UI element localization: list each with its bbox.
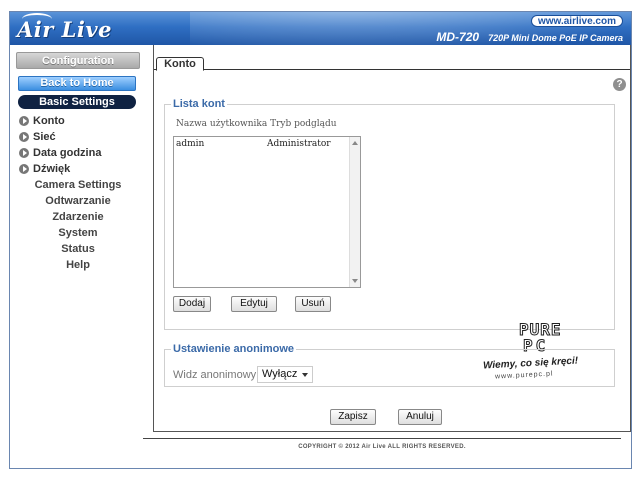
account-username: admin — [176, 139, 205, 149]
model-title: MD-720 720P Mini Dome PoE IP Camera — [436, 30, 623, 44]
sidebar-item-siec[interactable]: Sieć — [16, 129, 140, 145]
sidebar-item-help[interactable]: Help — [16, 257, 140, 273]
back-to-home-button[interactable]: Back to Home — [18, 76, 136, 91]
airlive-logo[interactable]: Air Live — [17, 17, 112, 42]
sidebar-item-label: Data godzina — [33, 147, 102, 159]
arrow-bullet-icon — [19, 164, 29, 174]
anonymous-settings-group: Ustawienie anonimowe Widz anonimowy Wyłą… — [164, 343, 615, 387]
sidebar-item-label: Dźwięk — [33, 163, 71, 175]
sidebar-item-dzwiek[interactable]: Dźwięk — [16, 161, 140, 177]
model-name: MD-720 — [436, 30, 480, 44]
sidebar-item-zdarzenie[interactable]: Zdarzenie — [16, 209, 140, 225]
account-list-legend: Lista kont — [173, 98, 225, 110]
add-account-button[interactable]: Dodaj — [173, 296, 211, 312]
sidebar-item-odtwarzanie[interactable]: Odtwarzanie — [16, 193, 140, 209]
model-description: 720P Mini Dome PoE IP Camera — [488, 33, 623, 43]
scroll-down-icon[interactable] — [352, 279, 358, 283]
arrow-bullet-icon — [19, 132, 29, 142]
sidebar-item-camera-settings[interactable]: Camera Settings — [16, 177, 140, 193]
tab-divider — [154, 69, 630, 70]
basic-settings-button[interactable]: Basic Settings — [18, 95, 136, 109]
listbox-scrollbar[interactable] — [349, 137, 360, 287]
arrow-bullet-icon — [19, 116, 29, 126]
chevron-down-icon — [302, 373, 308, 377]
delete-account-button[interactable]: Usuń — [295, 296, 331, 312]
list-item[interactable]: admin Administrator — [176, 139, 346, 149]
footer-divider — [143, 438, 621, 439]
edit-account-button[interactable]: Edytuj — [231, 296, 277, 312]
account-list-group: Lista kont Nazwa użytkownika Tryb podglą… — [164, 98, 615, 381]
header-banner: Air Live www.airlive.com MD-720 720P Min… — [10, 12, 631, 45]
main-panel: Konto ? Lista kont Nazwa użytkownika Try… — [153, 45, 631, 432]
sidebar-item-data-godzina[interactable]: Data godzina — [16, 145, 140, 161]
configuration-header: Configuration — [16, 52, 140, 69]
tab-konto[interactable]: Konto — [156, 57, 204, 71]
account-role: Administrator — [267, 139, 331, 149]
anonymous-viewer-value: Wyłącz — [262, 368, 298, 380]
save-button[interactable]: Zapisz — [330, 409, 376, 425]
sidebar-item-label: Konto — [33, 115, 65, 127]
camera-web-ui: Air Live www.airlive.com MD-720 720P Min… — [9, 11, 632, 469]
anonymous-settings-legend: Ustawienie anonimowe — [173, 343, 295, 355]
copyright-text: COPYRIGHT © 2012 Air Live ALL RIGHTS RES… — [298, 444, 466, 450]
scroll-up-icon[interactable] — [352, 141, 358, 145]
account-list-columns: Nazwa użytkownika Tryb podglądu — [176, 119, 337, 129]
anonymous-viewer-label: Widz anonimowy — [173, 369, 257, 381]
arrow-bullet-icon — [19, 148, 29, 158]
help-icon[interactable]: ? — [613, 78, 626, 91]
anonymous-viewer-select[interactable]: Wyłącz — [257, 366, 313, 383]
sidebar-item-label: Sieć — [33, 131, 56, 143]
sidebar: Configuration Back to Home Basic Setting… — [16, 52, 140, 273]
sidebar-item-system[interactable]: System — [16, 225, 140, 241]
website-link[interactable]: www.airlive.com — [531, 15, 623, 27]
sidebar-item-status[interactable]: Status — [16, 241, 140, 257]
sidebar-item-konto[interactable]: Konto — [16, 113, 140, 129]
account-listbox[interactable]: admin Administrator — [173, 136, 361, 288]
cancel-button[interactable]: Anuluj — [398, 409, 442, 425]
